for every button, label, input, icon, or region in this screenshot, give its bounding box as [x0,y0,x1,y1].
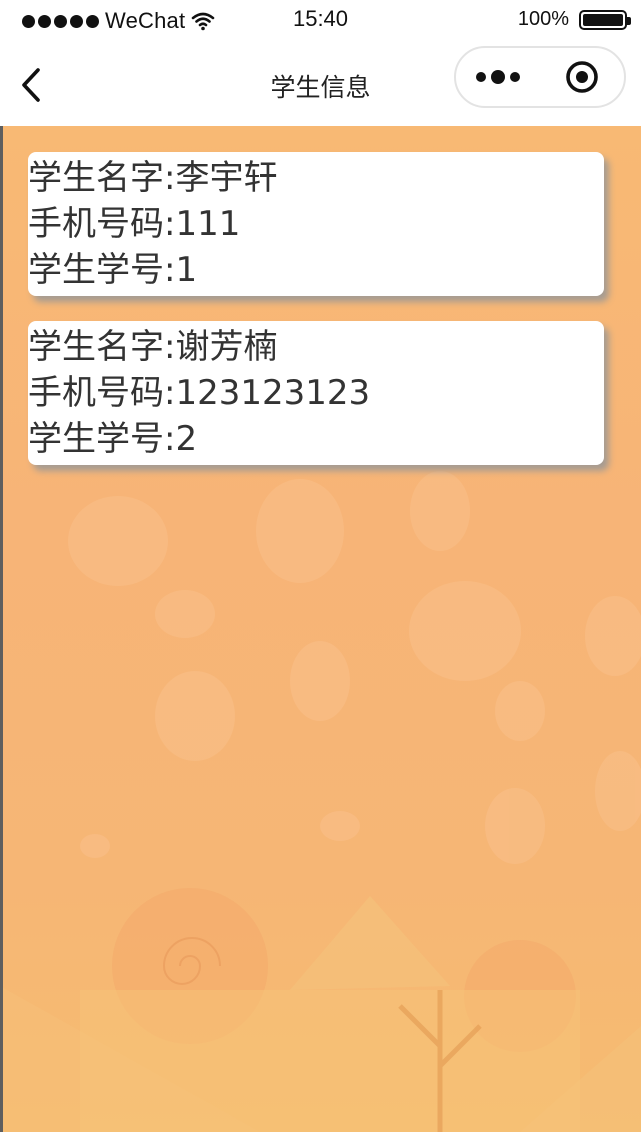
mini-program-capsule [454,46,626,108]
more-dots-icon[interactable] [456,48,540,106]
battery-percent: 100% [517,8,569,30]
battery-level [583,13,623,26]
student-card[interactable]: 学生名字:李宇轩 手机号码:111 学生学号:1 [28,152,604,296]
student-id: 学生学号:1 [28,250,198,290]
status-bar: WeChat 15:40 100% [0,0,641,40]
content-area: 学生名字:李宇轩 手机号码:111 学生学号:1 学生名字:谢芳楠 手机号码:1… [0,126,641,1132]
battery-icon [579,9,631,30]
student-phone: 手机号码:123123123 [28,373,371,413]
student-name: 学生名字:李宇轩 [28,158,278,198]
battery-group: 100% [517,8,631,31]
student-card[interactable]: 学生名字:谢芳楠 手机号码:123123123 学生学号:2 [28,321,604,465]
student-phone: 手机号码:111 [28,204,241,244]
student-id: 学生学号:2 [28,419,198,459]
target-circle-icon[interactable] [540,48,624,106]
nav-bar: 学生信息 [0,40,641,126]
student-name: 学生名字:谢芳楠 [28,327,278,367]
left-edge-divider [0,126,3,1132]
